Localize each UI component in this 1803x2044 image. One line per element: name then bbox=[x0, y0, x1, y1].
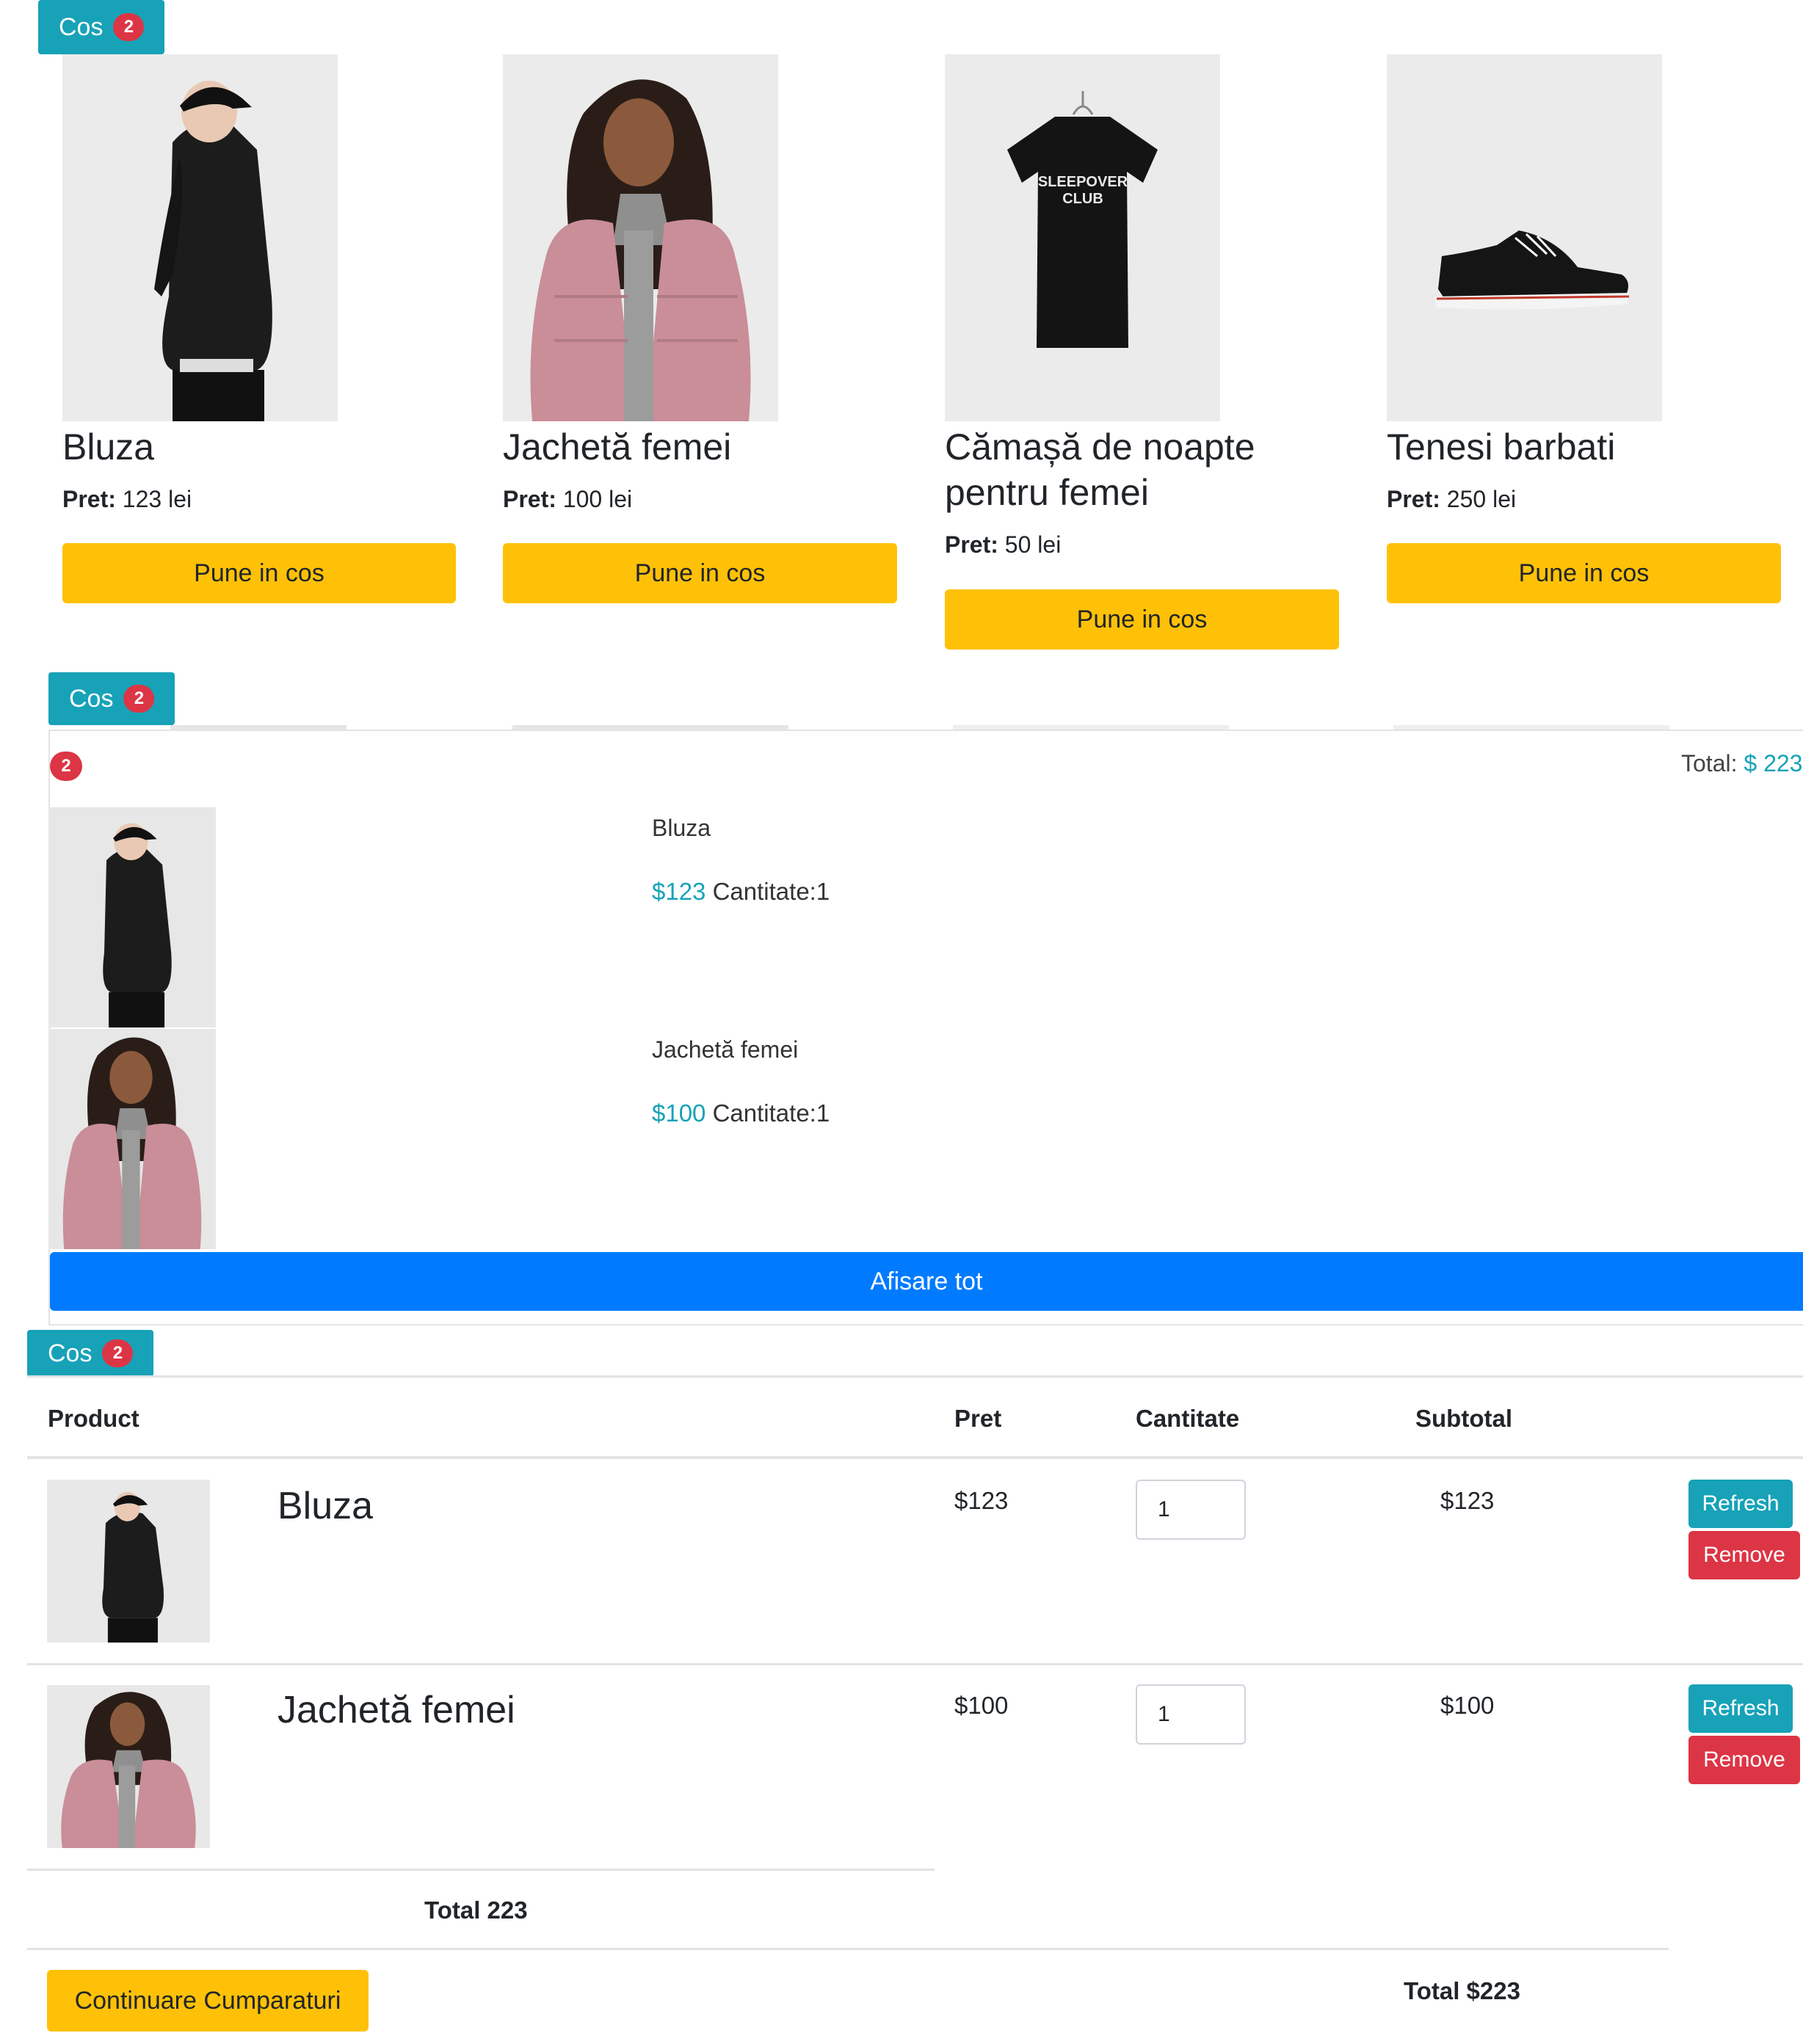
table-row-name: Jachetă femei bbox=[277, 1689, 515, 1731]
product-price: Pret: 123 lei bbox=[62, 486, 192, 513]
cart-button-label: Cos bbox=[48, 1339, 92, 1367]
continue-shopping-button[interactable]: Continuare Cumparaturi bbox=[47, 1970, 369, 2032]
price-value: 50 lei bbox=[1004, 531, 1062, 558]
cart-button-label: Cos bbox=[59, 12, 104, 41]
refresh-button[interactable]: Refresh bbox=[1688, 1480, 1793, 1528]
product-price: Pret: 100 lei bbox=[503, 486, 632, 513]
table-footer-border bbox=[27, 1948, 1669, 1950]
column-header-price: Pret bbox=[954, 1405, 1002, 1432]
jacket-photo-icon bbox=[503, 54, 778, 421]
dropdown-item-price: $100 bbox=[652, 1099, 706, 1127]
table-row-image bbox=[47, 1685, 210, 1848]
cart-button[interactable]: Cos 2 bbox=[27, 1330, 154, 1377]
table-row-border bbox=[27, 1663, 1803, 1665]
column-header-subtotal: Subtotal bbox=[1415, 1405, 1512, 1432]
dropdown-total: Total: $ 223 bbox=[1681, 750, 1802, 777]
tshirt-print-line2: CLUB bbox=[1062, 191, 1103, 207]
table-row-price: $100 bbox=[954, 1692, 1009, 1719]
jacket-photo-icon bbox=[47, 1685, 210, 1848]
cart-dropdown bbox=[48, 730, 1803, 1325]
price-value: 100 lei bbox=[562, 486, 633, 512]
tshirt-print-line1: SLEEPOVER bbox=[1038, 174, 1128, 190]
dropdown-item-price-qty: $123 Cantitate:1 bbox=[652, 878, 830, 906]
product-price: Pret: 50 lei bbox=[945, 531, 1061, 559]
nightshirt-photo-icon: SLEEPOVER CLUB bbox=[945, 54, 1220, 421]
quantity-input[interactable]: 1 bbox=[1136, 1684, 1246, 1745]
product-title: Cămașă de noapte pentru femei bbox=[945, 426, 1255, 513]
dropdown-item-qty: Cantitate:1 bbox=[712, 1099, 830, 1127]
table-row-subtotal: $100 bbox=[1440, 1692, 1495, 1719]
show-all-button[interactable]: Afisare tot bbox=[50, 1252, 1803, 1311]
product-title: Jachetă femei bbox=[503, 426, 732, 468]
table-row-price: $123 bbox=[954, 1487, 1009, 1514]
column-header-product: Product bbox=[48, 1405, 139, 1432]
product-image-jacheta[interactable] bbox=[503, 54, 778, 421]
table-top-border bbox=[27, 1375, 1803, 1378]
grand-total: Total $223 bbox=[1404, 1977, 1520, 2004]
table-total-row: Total 223 bbox=[424, 1896, 528, 1924]
quantity-input[interactable]: 1 bbox=[1136, 1480, 1246, 1540]
cart-count-badge: 2 bbox=[102, 1339, 134, 1367]
dropdown-item-image bbox=[48, 1029, 216, 1249]
sneaker-photo-icon bbox=[1387, 54, 1662, 421]
price-label: Pret: bbox=[945, 531, 998, 558]
cart-count-badge: 2 bbox=[123, 685, 155, 713]
table-row-border bbox=[27, 1869, 935, 1871]
dropdown-total-value: $ 223 bbox=[1744, 750, 1803, 776]
product-title: Bluza bbox=[62, 426, 155, 468]
remove-button[interactable]: Remove bbox=[1688, 1531, 1800, 1579]
price-label: Pret: bbox=[62, 486, 116, 512]
remove-button[interactable]: Remove bbox=[1688, 1736, 1800, 1784]
dropdown-item-image bbox=[48, 807, 216, 1028]
dropdown-total-label: Total: bbox=[1681, 750, 1738, 776]
table-row-image bbox=[47, 1480, 210, 1643]
dropdown-item-qty: Cantitate:1 bbox=[712, 878, 830, 905]
price-label: Pret: bbox=[1387, 486, 1440, 512]
add-to-cart-button[interactable]: Pune in cos bbox=[62, 543, 456, 603]
cart-button-label: Cos bbox=[69, 684, 114, 713]
cart-button[interactable]: Cos 2 bbox=[38, 0, 165, 54]
dropdown-item-price-qty: $100 Cantitate:1 bbox=[652, 1099, 830, 1127]
add-to-cart-button[interactable]: Pune in cos bbox=[945, 589, 1339, 650]
dropdown-item-name: Jachetă femei bbox=[652, 1036, 799, 1063]
product-image-camasa[interactable]: SLEEPOVER CLUB bbox=[945, 54, 1220, 421]
table-row-name: Bluza bbox=[277, 1485, 374, 1527]
hoodie-photo-icon bbox=[48, 807, 216, 1028]
add-to-cart-button[interactable]: Pune in cos bbox=[1387, 543, 1781, 603]
table-header-border bbox=[27, 1456, 1803, 1459]
hoodie-photo-icon bbox=[62, 54, 338, 421]
hoodie-photo-icon bbox=[47, 1480, 210, 1643]
price-value: 250 lei bbox=[1446, 486, 1517, 512]
dropdown-count-badge: 2 bbox=[50, 752, 82, 781]
jacket-photo-icon bbox=[48, 1029, 216, 1249]
product-image-bluza[interactable] bbox=[62, 54, 338, 421]
dropdown-item-name: Bluza bbox=[652, 815, 711, 841]
product-price: Pret: 250 lei bbox=[1387, 486, 1516, 513]
cart-count-badge: 2 bbox=[113, 13, 145, 41]
refresh-button[interactable]: Refresh bbox=[1688, 1684, 1793, 1733]
dropdown-item-price: $123 bbox=[652, 878, 706, 905]
product-image-tenesi[interactable] bbox=[1387, 54, 1662, 421]
column-header-qty: Cantitate bbox=[1136, 1405, 1240, 1432]
table-row-subtotal: $123 bbox=[1440, 1487, 1495, 1514]
price-value: 123 lei bbox=[122, 486, 192, 512]
cart-button[interactable]: Cos 2 bbox=[48, 672, 175, 725]
product-title: Tenesi barbati bbox=[1387, 426, 1616, 468]
add-to-cart-button[interactable]: Pune in cos bbox=[503, 543, 897, 603]
price-label: Pret: bbox=[503, 486, 556, 512]
